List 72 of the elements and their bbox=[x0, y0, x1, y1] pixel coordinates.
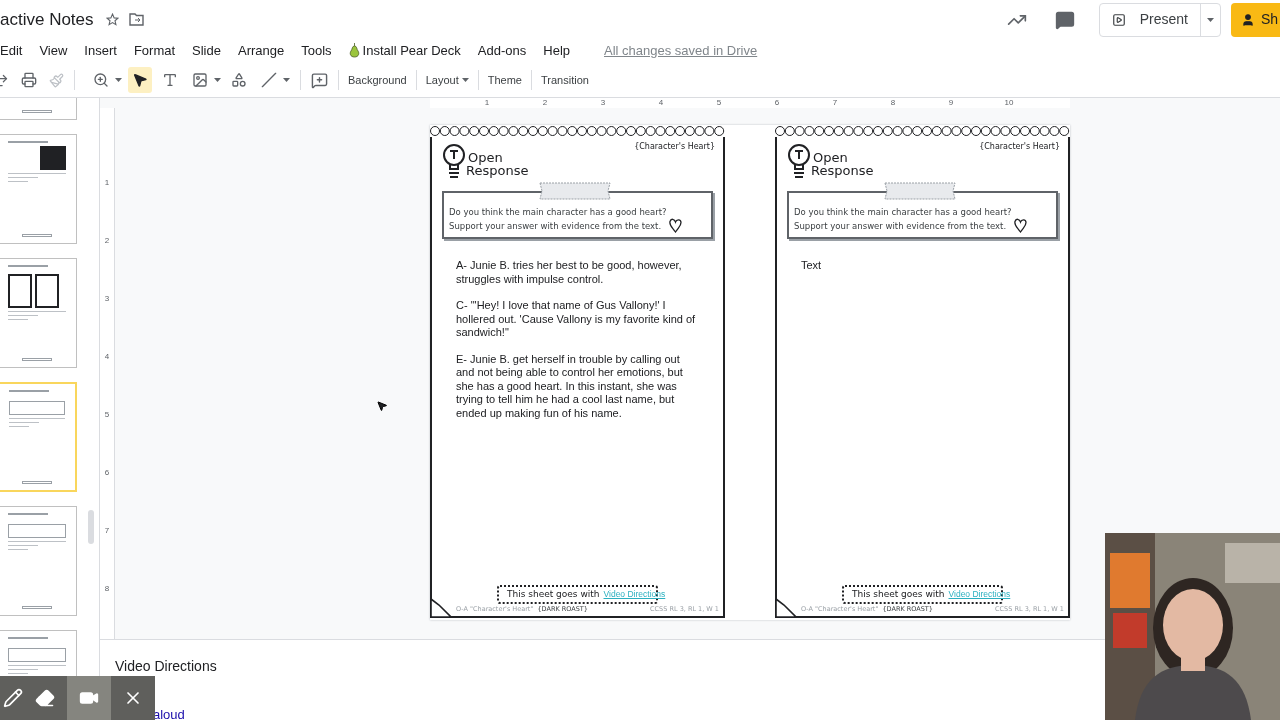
person-icon bbox=[1240, 12, 1255, 27]
heart-icon bbox=[668, 218, 682, 233]
present-caret-icon bbox=[1206, 17, 1214, 22]
footer-note: This sheet goes with bbox=[852, 587, 945, 601]
print-icon[interactable] bbox=[21, 72, 37, 89]
menu-item[interactable]: Install Pear Deck bbox=[348, 40, 461, 61]
toolbar-button[interactable]: Background bbox=[339, 68, 416, 93]
worksheet-tag: {Character's Heart} bbox=[634, 141, 715, 179]
prompt-text: Support your answer with evidence from the text. bbox=[794, 220, 1008, 233]
pointer-icon bbox=[132, 72, 148, 89]
text-box-icon bbox=[162, 72, 178, 89]
pear-icon bbox=[348, 42, 360, 58]
prompt-text: Do you think the main character has a good heart? bbox=[449, 206, 667, 219]
speaker-notes-text[interactable]: Video Directions bbox=[115, 656, 217, 677]
pen-icon bbox=[3, 688, 23, 708]
menu-item[interactable]: Slide bbox=[192, 40, 221, 61]
menu-item[interactable]: Help bbox=[543, 40, 570, 61]
horizontal-ruler: 1 2 3 4 5 6 7 8 9 10 bbox=[430, 98, 1070, 108]
worksheet-title: Open bbox=[813, 151, 848, 164]
zoom-icon[interactable] bbox=[93, 72, 109, 89]
worksheet-tag: {Character's Heart} bbox=[979, 141, 1060, 179]
star-icon[interactable] bbox=[105, 13, 119, 27]
document-title[interactable]: active Notes bbox=[0, 7, 94, 33]
menu-item[interactable]: View bbox=[39, 40, 68, 61]
slide-thumbnail[interactable] bbox=[0, 382, 77, 492]
vertical-ruler: 1 2 3 4 5 6 7 8 bbox=[100, 108, 115, 639]
heart-icon bbox=[1013, 218, 1027, 233]
prompt-text: Support your answer with evidence from the text. bbox=[449, 220, 663, 233]
worksheet-title: Response bbox=[466, 164, 529, 177]
caret-icon bbox=[283, 78, 290, 83]
worksheet-title: Response bbox=[811, 164, 874, 177]
present-button[interactable]: Present bbox=[1098, 2, 1221, 37]
save-status-link[interactable]: All changes saved in Drive bbox=[604, 40, 758, 61]
caret-icon bbox=[461, 78, 469, 83]
slide-thumbnail[interactable] bbox=[0, 258, 77, 368]
lightbulb-icon bbox=[442, 143, 466, 179]
menu-item[interactable]: Insert bbox=[84, 40, 117, 61]
answer-text[interactable]: Text bbox=[801, 259, 1044, 273]
toolbar-button[interactable]: Transition bbox=[532, 68, 598, 93]
caret-icon bbox=[214, 78, 221, 83]
slide-thumbnail[interactable] bbox=[0, 134, 77, 244]
cursor-icon bbox=[376, 400, 388, 412]
menu-item[interactable]: Add-ons bbox=[477, 40, 527, 61]
scrollbar[interactable] bbox=[88, 510, 94, 544]
present-icon bbox=[1111, 12, 1126, 27]
eraser-icon bbox=[35, 688, 55, 708]
folder-icon[interactable] bbox=[128, 13, 144, 27]
caret-icon bbox=[115, 78, 122, 83]
answer-text[interactable]: C- "'Hey! I love that name of Gus Vallony!' I hollered out. 'Cause Vallony is my favorite kind of sandwich!" bbox=[456, 299, 699, 340]
answer-text[interactable]: E- Junie B. get herself in trouble by calling out and not being able to control her emotions, but she has a good heart. In this instant, she was trying to tell him he had a cool last name, but ended up making fun of his name. bbox=[456, 352, 699, 420]
share-button[interactable]: Sh bbox=[1230, 2, 1280, 37]
camera-tool[interactable] bbox=[67, 676, 111, 720]
line-icon bbox=[261, 72, 277, 89]
shapes-icon bbox=[231, 72, 247, 89]
menu-item[interactable]: Arrange bbox=[237, 40, 285, 61]
footer-note: This sheet goes with bbox=[507, 587, 600, 601]
lightbulb-icon bbox=[787, 143, 811, 179]
pointer-tool[interactable] bbox=[128, 67, 152, 94]
image-icon bbox=[192, 72, 208, 89]
slide-thumbnail[interactable] bbox=[0, 506, 77, 616]
notes-link[interactable]: aloud bbox=[153, 705, 185, 720]
answer-text[interactable]: A- Junie B. tries her best to be good, however, struggles with impulse control. bbox=[456, 259, 699, 286]
menu-item[interactable]: Tools bbox=[301, 40, 332, 61]
menu-item[interactable]: Edit bbox=[0, 40, 23, 61]
present-label: Present bbox=[1139, 10, 1188, 30]
menu-item[interactable]: Format bbox=[133, 40, 176, 61]
toolbar-button[interactable]: Layout bbox=[416, 68, 478, 93]
prompt-text: Do you think the main character has a good heart? bbox=[794, 206, 1012, 219]
comment-icon[interactable] bbox=[1054, 9, 1075, 30]
toolbar-button[interactable]: Theme bbox=[478, 68, 531, 93]
worksheet-title: Open bbox=[468, 151, 503, 164]
add-comment-icon[interactable] bbox=[311, 71, 328, 89]
